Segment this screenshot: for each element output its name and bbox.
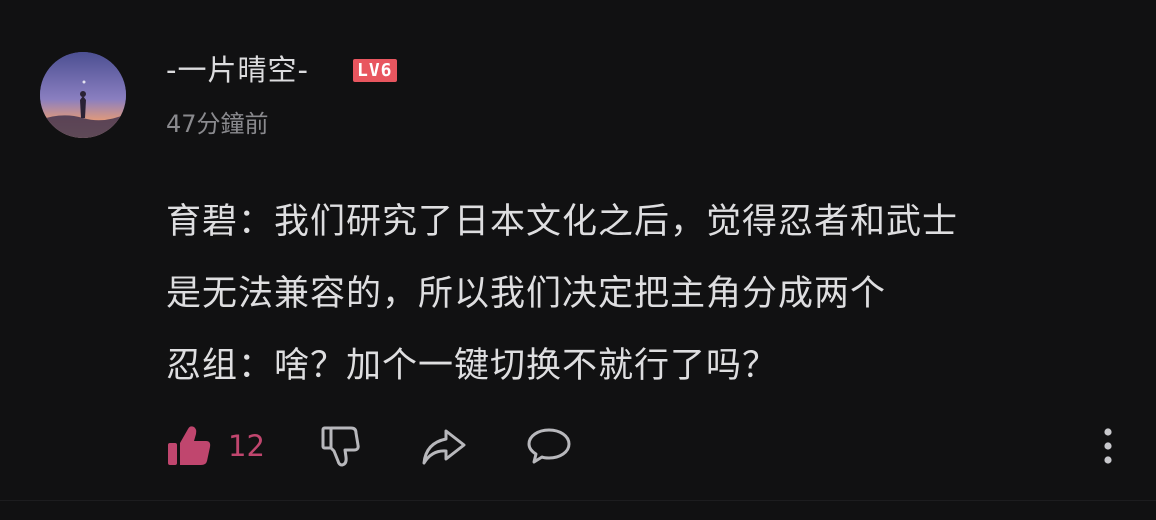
thumbs-up-icon (168, 426, 211, 465)
reply-bubble-icon (527, 428, 571, 464)
comment-line: 是无法兼容的，所以我们决定把主角分成两个 (166, 274, 887, 314)
author-name[interactable]: -一片晴空- (166, 50, 309, 90)
like-count: 12 (228, 429, 265, 463)
comment-body: 育碧：我们研究了日本文化之后，觉得忍者和武士 是无法兼容的，所以我们决定把主角分… (166, 186, 1126, 402)
dislike-button[interactable] (318, 420, 364, 472)
avatar-image (40, 52, 126, 138)
comment-card: -一片晴空- LV6 47分鐘前 育碧：我们研究了日本文化之后，觉得忍者和武士 … (0, 0, 1156, 520)
more-vertical-icon (1104, 428, 1112, 464)
avatar[interactable] (40, 52, 126, 138)
divider (0, 500, 1156, 501)
level-badge: LV6 (353, 59, 397, 82)
share-icon (422, 429, 466, 465)
more-options-button[interactable] (1090, 420, 1126, 472)
thumbs-down-icon (321, 426, 360, 467)
like-button[interactable]: 12 (166, 420, 265, 472)
timestamp: 47分鐘前 (166, 110, 269, 138)
comment-actions: 12 (166, 420, 1126, 472)
share-button[interactable] (420, 420, 468, 472)
comment-line: 育碧：我们研究了日本文化之后，觉得忍者和武士 (166, 202, 959, 242)
comment-line: 忍组：啥？加个一键切换不就行了吗？ (166, 346, 779, 386)
reply-button[interactable] (526, 420, 572, 472)
